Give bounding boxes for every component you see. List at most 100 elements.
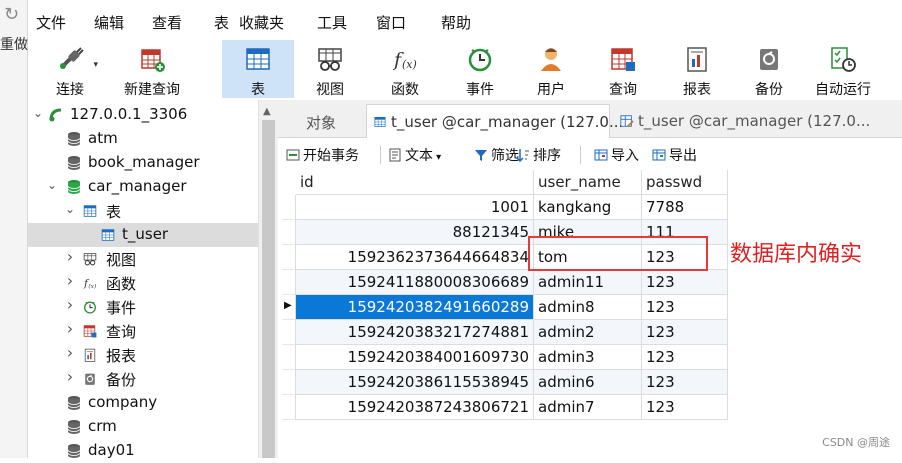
table-cell[interactable]: 1592362373644664834	[296, 245, 534, 270]
toolbar-button-8[interactable]: 查询	[587, 40, 659, 98]
tree-item[interactable]: ⌄127.0.0.1_3306	[28, 103, 258, 127]
menu-2[interactable]: 编辑	[94, 12, 124, 33]
menu-4[interactable]: 表	[214, 12, 229, 33]
tree-item[interactable]: company	[28, 391, 258, 415]
tree-item[interactable]: day01	[28, 439, 258, 463]
chevron-down-icon[interactable]: ⌄	[46, 178, 58, 192]
tree-item[interactable]: ›报表	[28, 343, 258, 367]
chevron-right-icon[interactable]: ›	[64, 271, 76, 290]
tree-item[interactable]: atm	[28, 127, 258, 151]
table-cell[interactable]: 1592411880008306689	[296, 270, 534, 295]
toolbar-button-10[interactable]: 备份	[733, 40, 805, 98]
menu-5[interactable]: 收藏夹	[239, 12, 284, 33]
scrollbar-thumb[interactable]	[262, 120, 275, 458]
tree-item[interactable]: ›备份	[28, 367, 258, 391]
table-cell[interactable]: 123	[642, 345, 728, 370]
row-marker[interactable]	[282, 220, 296, 245]
table-cell[interactable]: admin7	[534, 395, 642, 420]
row-marker[interactable]: ▶	[282, 295, 296, 320]
chevron-right-icon[interactable]: ›	[64, 367, 76, 386]
table-cell[interactable]: 1001	[296, 195, 534, 220]
row-marker[interactable]	[282, 395, 296, 420]
table-cell[interactable]: 1592420387243806721	[296, 395, 534, 420]
chevron-right-icon[interactable]: ›	[64, 319, 76, 338]
table-cell[interactable]: 1592420384001609730	[296, 345, 534, 370]
menu-6[interactable]: 工具	[317, 12, 347, 33]
tab-2[interactable]: t_user @car_manager (127.0...	[366, 104, 610, 138]
table-cell[interactable]: admin11	[534, 270, 642, 295]
toolbar-button-11[interactable]: 自动运行	[807, 40, 879, 98]
chevron-down-icon[interactable]: ▾	[433, 152, 441, 163]
table-cell[interactable]: 1592420383217274881	[296, 320, 534, 345]
toolbar-button-5[interactable]: f(x)函数	[369, 40, 441, 98]
menu-3[interactable]: 查看	[152, 12, 182, 33]
toolbar-sort-button[interactable]: 排序	[516, 145, 561, 165]
column-header[interactable]: user_name	[534, 170, 642, 195]
tree-scrollbar[interactable]: ▲	[258, 100, 278, 458]
row-marker[interactable]	[282, 345, 296, 370]
table-cell[interactable]: 1592420382491660289	[296, 295, 534, 320]
toolbar-export-button[interactable]: 导出	[652, 145, 697, 165]
tree-item[interactable]: ⌄表	[28, 199, 258, 223]
tree-item[interactable]: ›f(x)函数	[28, 271, 258, 295]
menu-7[interactable]: 窗口	[376, 12, 406, 33]
toolbar-button-7[interactable]: 用户	[515, 40, 587, 98]
tab-1[interactable]: 对象	[300, 104, 360, 138]
table-cell[interactable]: 123	[642, 395, 728, 420]
table-cell[interactable]: kangkang	[534, 195, 642, 220]
tree-item[interactable]: › 视图	[28, 247, 258, 271]
table-toolbar: 开始事务 文本 ▾ 筛选排序 导入导出	[278, 138, 902, 170]
refresh-icon[interactable]: ↻	[4, 4, 19, 25]
toolbar-filter-button[interactable]: 筛选	[474, 145, 519, 165]
chevron-right-icon[interactable]: ›	[64, 295, 76, 314]
tree-item[interactable]: ›查询	[28, 319, 258, 343]
chevron-down-icon[interactable]: ▾	[93, 60, 98, 70]
table-cell[interactable]: 123	[642, 295, 728, 320]
table-cell[interactable]: 1592420386115538945	[296, 370, 534, 395]
column-header[interactable]: passwd	[642, 170, 728, 195]
table-cell[interactable]: admin8	[534, 295, 642, 320]
export-icon	[652, 148, 666, 162]
toolbar-button-4[interactable]: 视图	[294, 40, 366, 98]
toolbar-button-3[interactable]: 表	[222, 40, 294, 98]
column-header[interactable]: id	[296, 170, 534, 195]
tree-item[interactable]: crm	[28, 415, 258, 439]
toolbar-button-9[interactable]: 报表	[661, 40, 733, 98]
row-marker[interactable]	[282, 270, 296, 295]
table-cell[interactable]: 7788	[642, 195, 728, 220]
view-icon	[294, 44, 366, 74]
row-marker[interactable]	[282, 320, 296, 345]
chevron-down-icon[interactable]: ⌄	[64, 202, 76, 216]
menu-1[interactable]: 文件	[36, 12, 66, 33]
table-cell[interactable]: 123	[642, 370, 728, 395]
tree-item[interactable]: t_user	[28, 223, 258, 247]
scroll-up-arrow-icon[interactable]: ▲	[263, 106, 271, 117]
toolbar-button-2[interactable]: 新建查询	[116, 40, 188, 98]
report-icon	[661, 44, 733, 74]
chevron-right-icon[interactable]: ›	[64, 247, 76, 266]
tab-3[interactable]: t_user @car_manager (127.0...	[614, 104, 860, 138]
tree-item[interactable]: ›事件	[28, 295, 258, 319]
table-cell[interactable]: admin6	[534, 370, 642, 395]
toolbar-transaction-button[interactable]: 开始事务	[286, 145, 359, 165]
toolbar-text-button[interactable]: 文本 ▾	[388, 145, 441, 165]
tree-item[interactable]: book_manager	[28, 151, 258, 175]
table-cell[interactable]: 123	[642, 320, 728, 345]
toolbar-import-button[interactable]: 导入	[594, 145, 639, 165]
tree-item[interactable]: ⌄car_manager	[28, 175, 258, 199]
toolbar-button-1[interactable]: 连接▾	[34, 40, 106, 98]
table-cell[interactable]: 123	[642, 270, 728, 295]
row-marker[interactable]	[282, 370, 296, 395]
chevron-right-icon[interactable]: ›	[64, 343, 76, 362]
table-cell[interactable]: admin3	[534, 345, 642, 370]
table-cell[interactable]: 88121345	[296, 220, 534, 245]
toolbar-button-6[interactable]: 事件	[444, 40, 516, 98]
row-marker[interactable]	[282, 245, 296, 270]
table-cell[interactable]: admin2	[534, 320, 642, 345]
clock-event-icon	[444, 44, 516, 74]
chevron-down-icon[interactable]: ⌄	[32, 106, 44, 120]
tree-item-label: 视图	[106, 249, 136, 270]
redo-label[interactable]: 重做	[0, 34, 28, 54]
row-marker[interactable]	[282, 195, 296, 220]
menu-8[interactable]: 帮助	[441, 12, 471, 33]
